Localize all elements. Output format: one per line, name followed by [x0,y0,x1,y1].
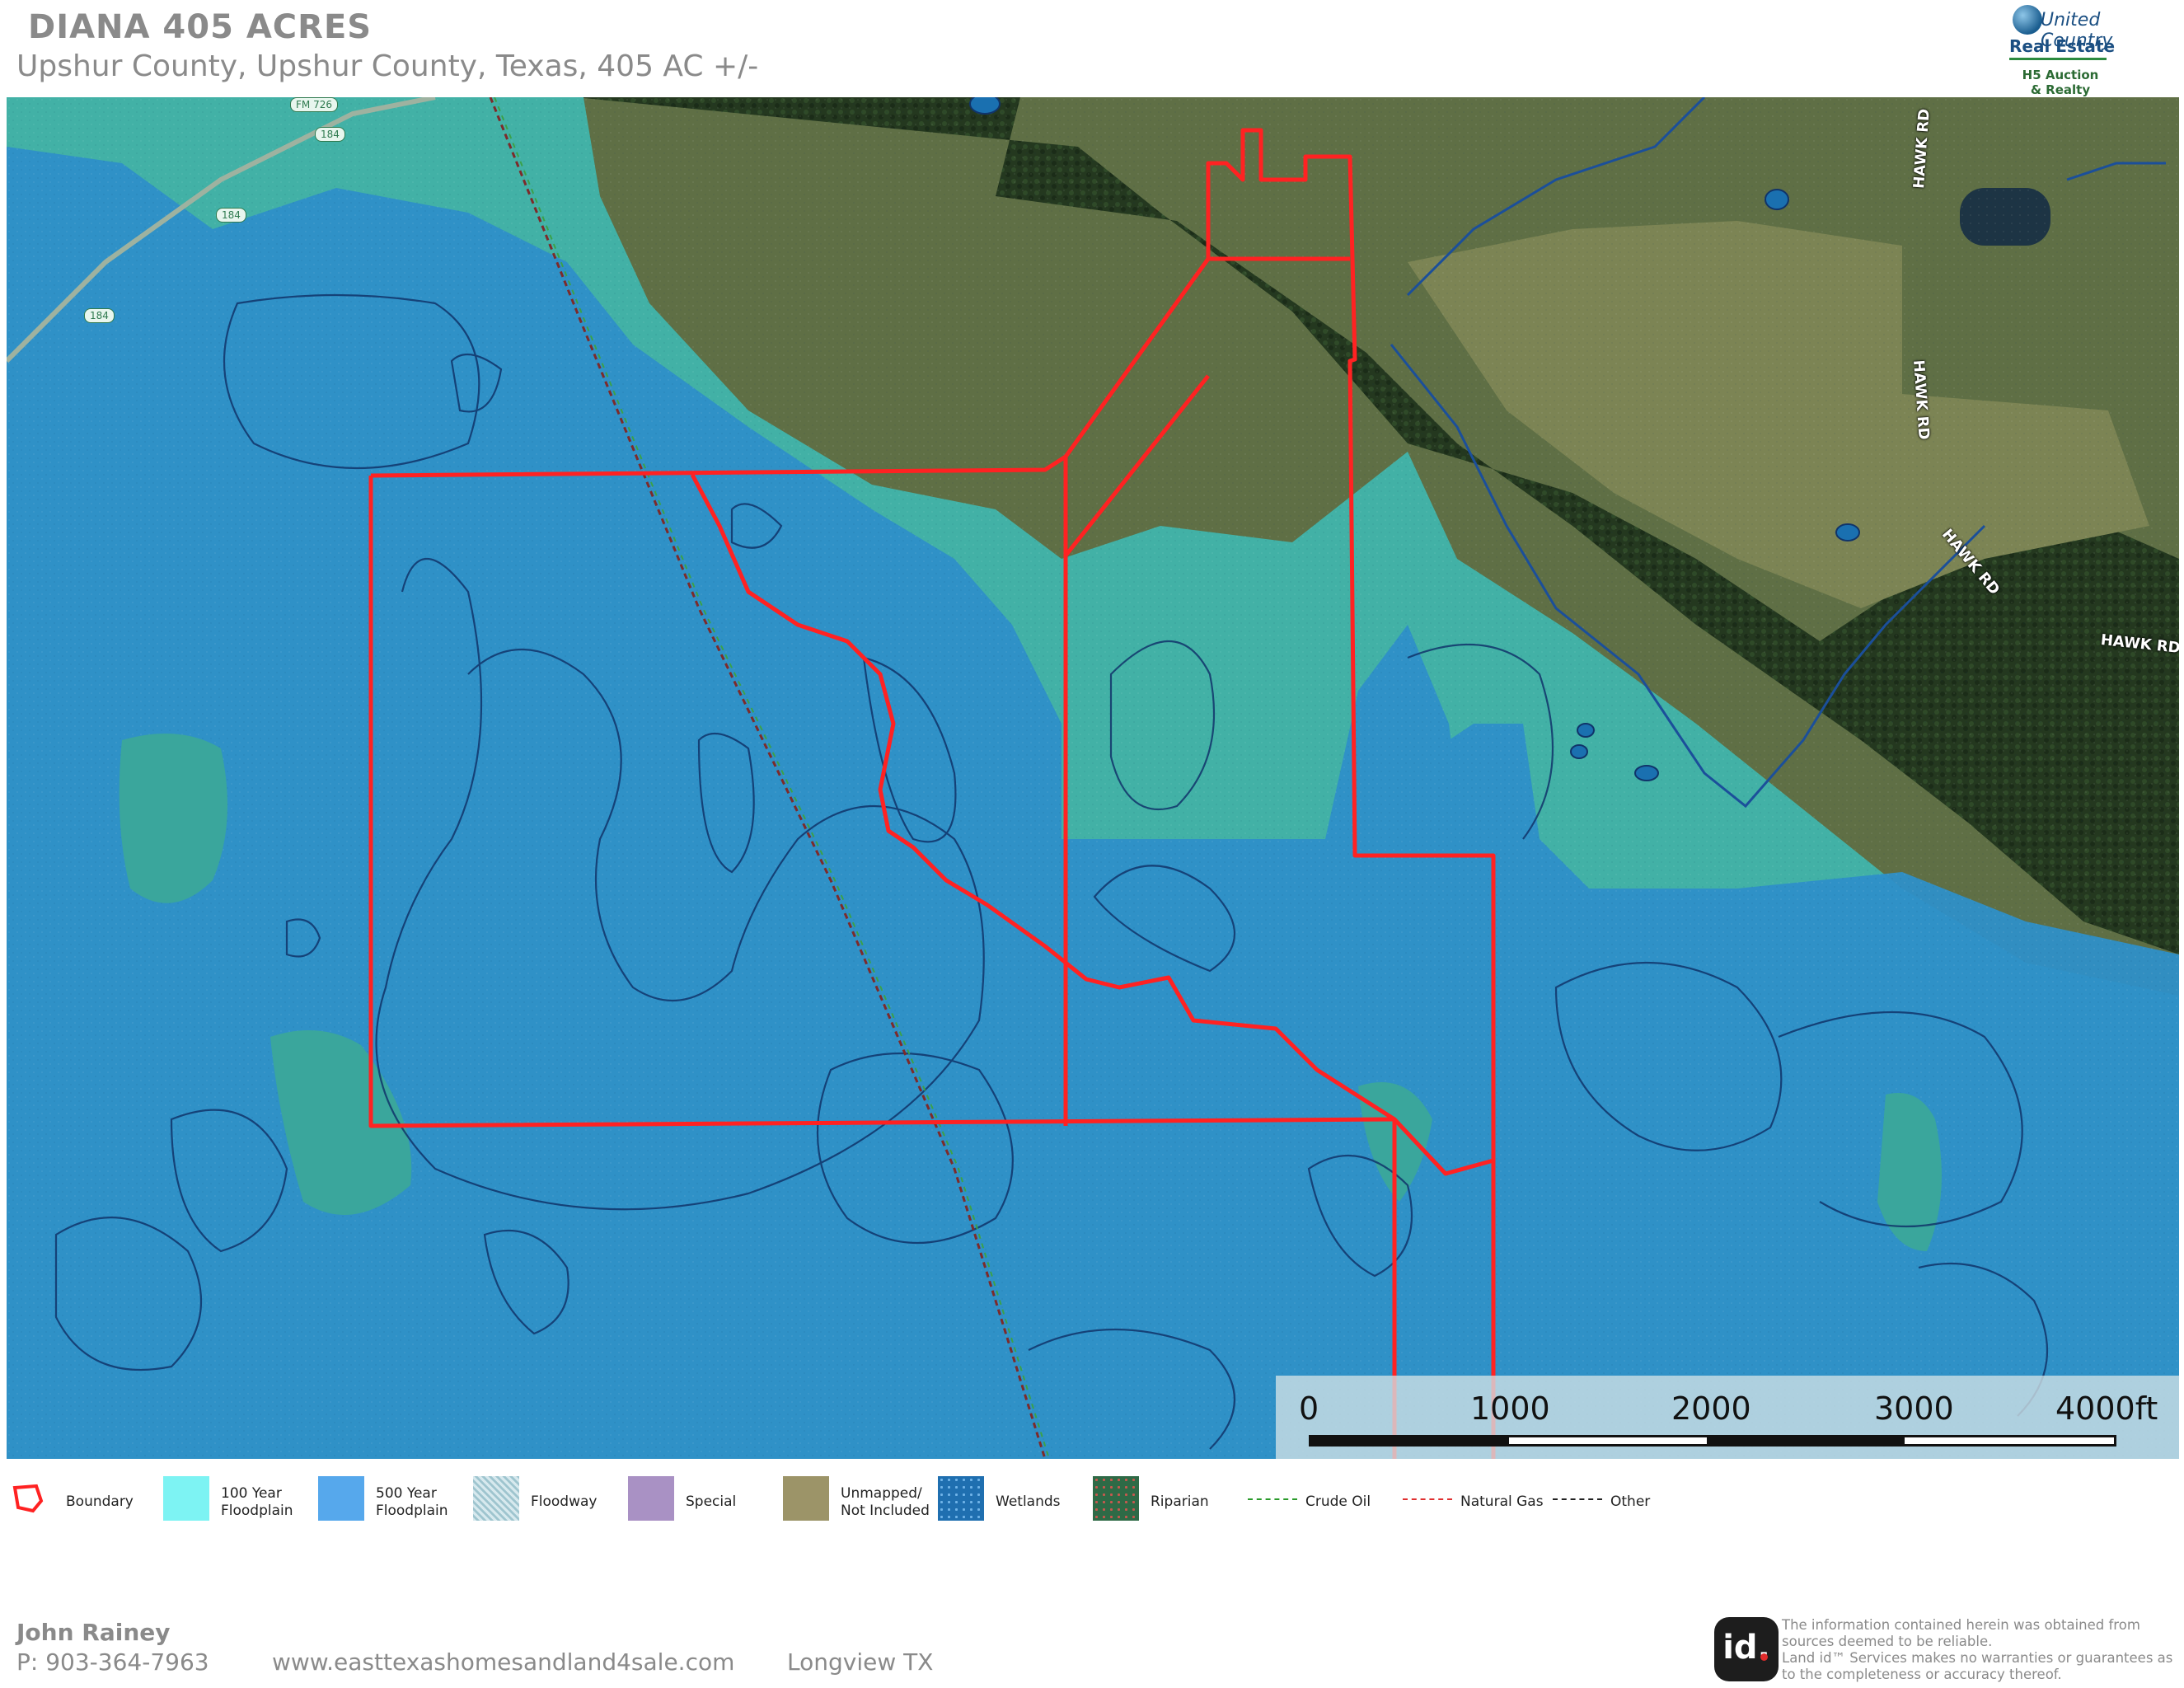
legend-label: Natural Gas [1460,1493,1544,1510]
scale-track [1309,1435,2116,1447]
highway-shield: 184 [315,127,345,142]
logo-line-4: & Realty [2030,82,2091,97]
agent-name: John Rainey [16,1619,171,1646]
scale-label: 4000ft [2055,1390,2158,1427]
legend-item-other: Other [1553,1474,1701,1523]
legend-label: 100 Year Floodplain [221,1485,293,1519]
legend-label: Crude Oil [1305,1493,1371,1510]
legend-label: 500 Year Floodplain [376,1485,448,1519]
legend-swatch [783,1476,829,1521]
legend-swatch [628,1476,674,1521]
legend-line [1403,1498,1452,1500]
map-canvas[interactable] [7,97,2179,1459]
logo-line-3: H5 Auction [2022,68,2099,82]
legend-label: Riparian [1151,1493,1209,1510]
legend-item-100-year-floodplain: 100 Year Floodplain [163,1474,312,1523]
map-title: DIANA 405 ACRES [28,8,373,46]
dotted-hatch-icon [473,1476,519,1521]
legend-line [1553,1498,1602,1500]
disclaimer-text: The information contained herein was obt… [1782,1617,2173,1682]
legend-item-natural-gas: Natural Gas [1403,1474,1551,1523]
agent-city: Longview TX [787,1648,934,1676]
legend-item-unmapped: Unmapped/ Not Included [783,1474,931,1523]
land-id-logo: id. [1714,1617,1779,1681]
legend-label: Wetlands [996,1493,1061,1510]
flood-texture [7,97,2179,1459]
legend-item-special: Special [628,1474,776,1523]
legend-item-500-year-floodplain: 500 Year Floodplain [318,1474,466,1523]
legend-swatch [1093,1476,1139,1521]
legend-swatch [163,1476,209,1521]
floodplain-100-island [119,734,227,903]
scale-label: 2000 [1671,1390,1751,1427]
logo-line-2: Real Estate [2009,36,2116,56]
legend-item-riparian: Riparian [1093,1474,1241,1523]
legend-label: Boundary [66,1493,134,1510]
legend-item-wetlands: Wetlands [938,1474,1086,1523]
legend-item-boundary: Boundary [8,1474,157,1523]
map-subtitle: Upshur County, Upshur County, Texas, 405… [16,49,759,83]
agent-phone: P: 903-364-7963 [16,1648,209,1676]
highway-shield: 184 [216,208,246,223]
united-country-logo: United Country Real Estate H5 Auction & … [1994,3,2126,97]
map-legend: Boundary 100 Year Floodplain 500 Year Fl… [8,1474,2176,1523]
legend-swatch [938,1476,984,1521]
legend-label: Other [1610,1493,1651,1510]
scale-label: 1000 [1470,1390,1550,1427]
agent-website-link[interactable]: www.easttexashomesandland4sale.com [272,1648,734,1676]
highway-shield: 184 [84,308,115,323]
legend-swatch [318,1476,364,1521]
scale-label: 0 [1299,1390,1319,1427]
legend-label: Special [686,1493,737,1510]
floodplain-map[interactable]: HAWK RD HAWK RD HAWK RD HAWK RD FM 726 1… [7,97,2179,1459]
legend-label: Unmapped/ Not Included [841,1485,930,1519]
scale-label: 3000 [1874,1390,1954,1427]
boundary-outline-icon [12,1484,44,1513]
globe-icon [2013,5,2042,35]
logo-divider [2009,58,2107,60]
highway-shield: FM 726 [290,97,338,112]
scale-bar: 0 1000 2000 3000 4000ft [1276,1376,2179,1459]
legend-label: Floodway [531,1493,598,1510]
legend-item-floodway: Floodway [473,1474,621,1523]
legend-line [1248,1498,1297,1500]
legend-item-crude-oil: Crude Oil [1248,1474,1396,1523]
